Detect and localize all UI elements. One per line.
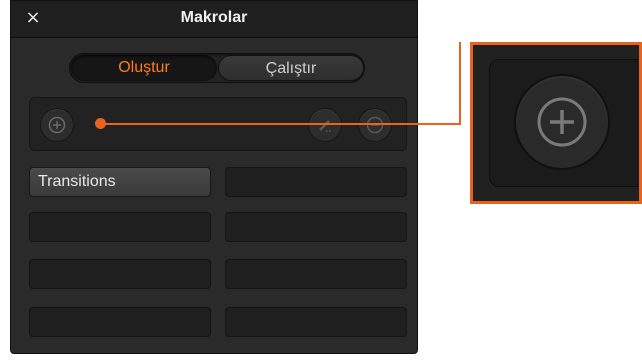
macro-slot-6[interactable] xyxy=(225,259,407,289)
macro-slot-4[interactable] xyxy=(225,212,407,242)
tab-run[interactable]: Çalıştır xyxy=(218,55,364,81)
add-button[interactable] xyxy=(40,108,74,142)
macros-panel: × Makrolar Oluştur Çalıştır Transitions xyxy=(10,0,418,354)
add-circle-icon xyxy=(537,97,587,147)
mode-switch: Oluştur Çalıştır xyxy=(69,53,365,83)
zoomed-add-button xyxy=(514,74,610,170)
tab-create[interactable]: Oluştur xyxy=(71,55,217,81)
remove-button[interactable] xyxy=(358,108,392,142)
pencil-icon xyxy=(319,120,331,132)
macro-slot-2[interactable] xyxy=(225,167,407,197)
panel-title: Makrolar xyxy=(180,9,248,26)
macro-slot-3[interactable] xyxy=(29,212,211,242)
zoom-callout xyxy=(470,42,642,204)
callout-line xyxy=(101,123,461,125)
title-bar: × Makrolar xyxy=(11,1,417,38)
callout-line-vertical xyxy=(459,42,461,125)
macro-slot-1[interactable]: Transitions xyxy=(29,167,211,197)
callout-dot xyxy=(95,118,106,129)
add-circle-icon xyxy=(48,116,66,134)
macro-slot-7[interactable] xyxy=(29,307,211,337)
macro-slot-8[interactable] xyxy=(225,307,407,337)
remove-circle-icon xyxy=(366,116,384,134)
zoom-toolbar-detail xyxy=(489,59,639,187)
macro-slot-5[interactable] xyxy=(29,259,211,289)
edit-button[interactable] xyxy=(308,108,342,142)
